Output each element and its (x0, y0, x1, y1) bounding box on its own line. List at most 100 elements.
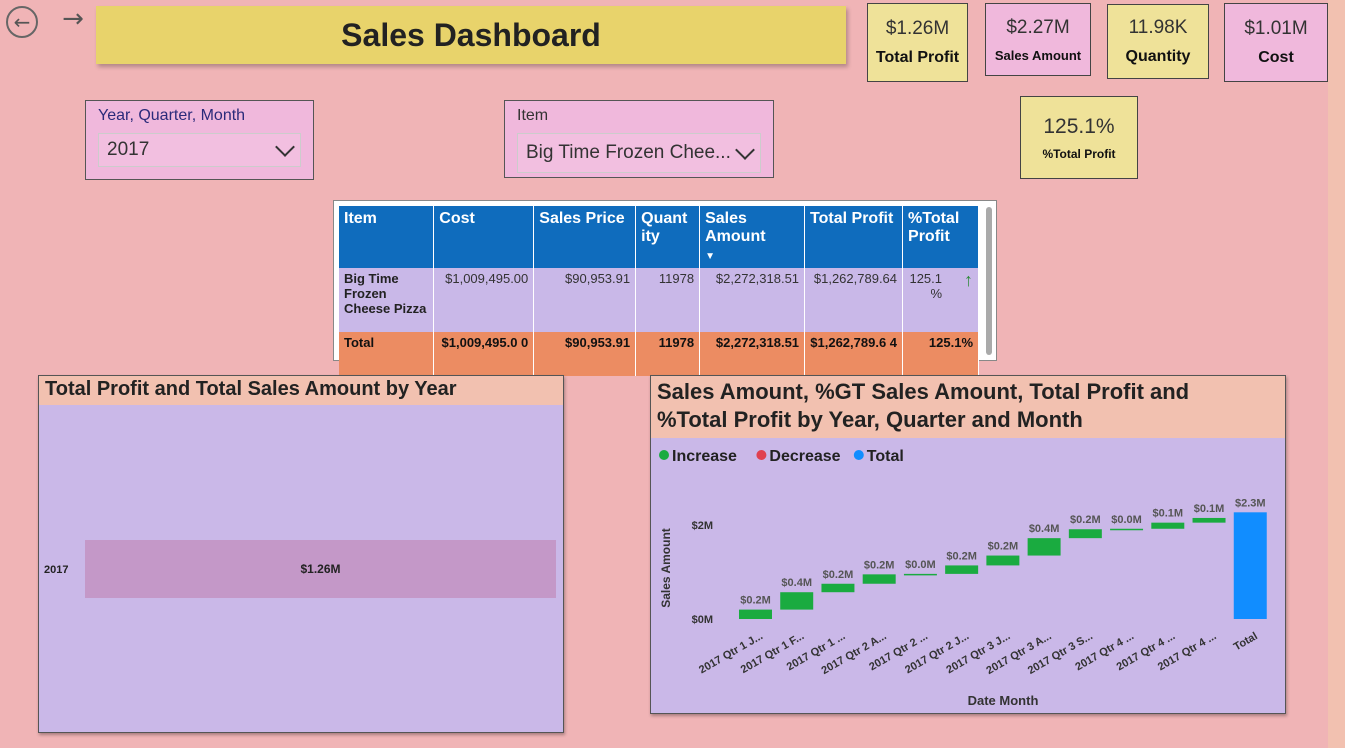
column-header[interactable]: Total Profit (804, 206, 904, 268)
kpi-sales-amount[interactable]: $2.27M Sales Amount (985, 3, 1091, 76)
kpi-value: $1.01M (1244, 18, 1308, 39)
arrow-right-icon: → (62, 4, 84, 34)
item-slicer-dropdown[interactable]: Big Time Frozen Chee... (517, 133, 761, 173)
table-cell: 11978 (635, 268, 701, 332)
date-slicer-value: 2017 (107, 139, 150, 160)
waterfall-bar[interactable] (1068, 529, 1102, 539)
y-axis-title: Sales Amount (659, 528, 673, 608)
table-cell: $90,953.91 (533, 268, 637, 332)
legend-marker (756, 450, 767, 460)
arrow-left-circle-icon: ← (13, 10, 31, 34)
waterfall-bar[interactable] (1027, 538, 1061, 556)
bar-data-label: $0.2M (946, 550, 977, 562)
panel-title-line: Sales Amount, %GT Sales Amount, Total Pr… (657, 379, 1190, 404)
table-cell: $90,953.91 (533, 332, 637, 376)
bar-data-label: $0.4M (1029, 523, 1060, 535)
column-header[interactable]: Cost (433, 206, 535, 268)
waterfall-bar[interactable] (1110, 528, 1144, 531)
column-header[interactable]: Sales Price (533, 206, 637, 268)
date-slicer-dropdown[interactable]: 2017 (98, 133, 301, 167)
back-button[interactable]: ← (6, 6, 38, 38)
kpi-value: $1.26M (885, 18, 950, 39)
table-cell: 11978 (635, 332, 701, 376)
table-scrollbar[interactable] (986, 207, 992, 355)
column-header-label: Quant ity (641, 210, 688, 245)
waterfall-bar[interactable] (945, 565, 979, 574)
bar-data-label: $0.2M (740, 595, 771, 607)
waterfall-bar[interactable] (739, 609, 772, 619)
bar-data-label: $0.4M (781, 577, 812, 589)
waterfall-bar[interactable] (780, 592, 814, 610)
waterfall-bar[interactable] (1151, 522, 1185, 529)
waterfall-bar[interactable] (862, 574, 896, 584)
x-tick-label: Total (1232, 630, 1260, 653)
table-row[interactable]: Big Time Frozen Cheese Pizza $1,009,495.… (339, 268, 979, 332)
waterfall-bar[interactable] (1233, 512, 1267, 619)
bar-data-label: $0.2M (988, 541, 1019, 553)
waterfall-bar[interactable] (986, 555, 1020, 566)
kpi-cost[interactable]: $1.01M Cost (1224, 3, 1328, 82)
sales-table: Item Cost Sales Price Quant ity Sales Am… (339, 206, 979, 376)
table-cell: $1,262,789.64 (804, 268, 904, 332)
bar-data-label: $0.2M (864, 559, 895, 571)
bar-chart: 2017 $1.26M (44, 540, 556, 598)
arrow-up-icon: ↑ (964, 270, 973, 290)
kpi-percent-total-profit[interactable]: 125.1% %Total Profit (1020, 96, 1138, 179)
table-cell-percent: 125.1 % ↑ (902, 268, 979, 332)
table-cell: $1,262,789.6 4 (804, 332, 904, 376)
kpi-label: Cost (1258, 49, 1294, 66)
column-header[interactable]: Item (339, 206, 435, 268)
forward-button[interactable]: → (56, 4, 90, 34)
panel-title-line: %Total Profit by Year, Quarter and Month (657, 407, 1083, 432)
sort-desc-icon: ▼ (705, 251, 716, 262)
item-slicer-label: Item (517, 107, 549, 124)
kpi-label: Sales Amount (994, 47, 1082, 63)
table-cell: Total (339, 332, 435, 376)
table-cell-percent-value: 125.1 % (909, 271, 943, 301)
bar-data-label: $0.1M (1153, 508, 1184, 520)
sales-table-visual: Item Cost Sales Price Quant ity Sales Am… (333, 200, 997, 376)
date-slicer: Year, Quarter, Month 2017 (85, 100, 314, 180)
column-header[interactable]: Quant ity (635, 206, 701, 268)
kpi-label: %Total Profit (1042, 146, 1116, 161)
table-total-row: Total $1,009,495.0 0 $90,953.91 11978 $2… (339, 332, 979, 376)
table-cell: 125.1% (902, 332, 979, 376)
y-tick-label: $2M (692, 520, 713, 532)
table-cell: $2,272,318.51 (699, 332, 806, 376)
y-tick-label: $0M (692, 614, 713, 626)
kpi-value: 11.98K (1128, 17, 1188, 38)
page-edge-strip (1328, 0, 1345, 753)
kpi-total-profit[interactable]: $1.26M Total Profit (867, 3, 968, 82)
waterfall-panel: Sales Amount, %GT Sales Amount, Total Pr… (650, 375, 1286, 714)
kpi-label: Total Profit (875, 49, 960, 66)
table-cell: $2,272,318.51 (699, 268, 806, 332)
panel-title: Total Profit and Total Sales Amount by Y… (39, 376, 563, 405)
chevron-down-icon (275, 137, 295, 157)
bar-data-label: $0.0M (905, 559, 936, 571)
legend-marker (853, 450, 864, 460)
bar-data-label: $0.2M (823, 569, 854, 581)
column-header[interactable]: %Total Profit (902, 206, 979, 268)
legend-label[interactable]: Decrease (769, 448, 840, 465)
item-slicer-value: Big Time Frozen Chee... (526, 142, 731, 163)
item-slicer: Item Big Time Frozen Chee... (504, 100, 774, 178)
kpi-value: 125.1% (1043, 114, 1115, 138)
waterfall-bar[interactable] (1192, 517, 1226, 523)
legend-marker (659, 450, 669, 460)
waterfall-chart: Increase Decrease Total Sales Amount $0M $2M $… (659, 448, 1267, 708)
waterfall-bar[interactable] (903, 573, 937, 576)
bar-data-label: $2.3M (1235, 497, 1266, 509)
legend-label[interactable]: Increase (672, 448, 737, 465)
kpi-quantity[interactable]: 11.98K Quantity (1107, 4, 1209, 79)
table-header-row: Item Cost Sales Price Quant ity Sales Am… (339, 206, 979, 268)
bar-data-label: $0.2M (1070, 514, 1101, 526)
waterfall-bar[interactable] (821, 583, 855, 593)
date-slicer-label: Year, Quarter, Month (98, 107, 246, 124)
kpi-label: Quantity (1125, 48, 1191, 65)
bar-data-label: $0.0M (1111, 514, 1142, 526)
legend-label[interactable]: Total (867, 448, 904, 465)
column-header-sorted[interactable]: Sales Amount ▼ (699, 206, 806, 268)
table-cell: $1,009,495.00 (433, 268, 535, 332)
bar-data-label: $1.26M (300, 562, 340, 576)
table-cell: $1,009,495.0 0 (433, 332, 535, 376)
